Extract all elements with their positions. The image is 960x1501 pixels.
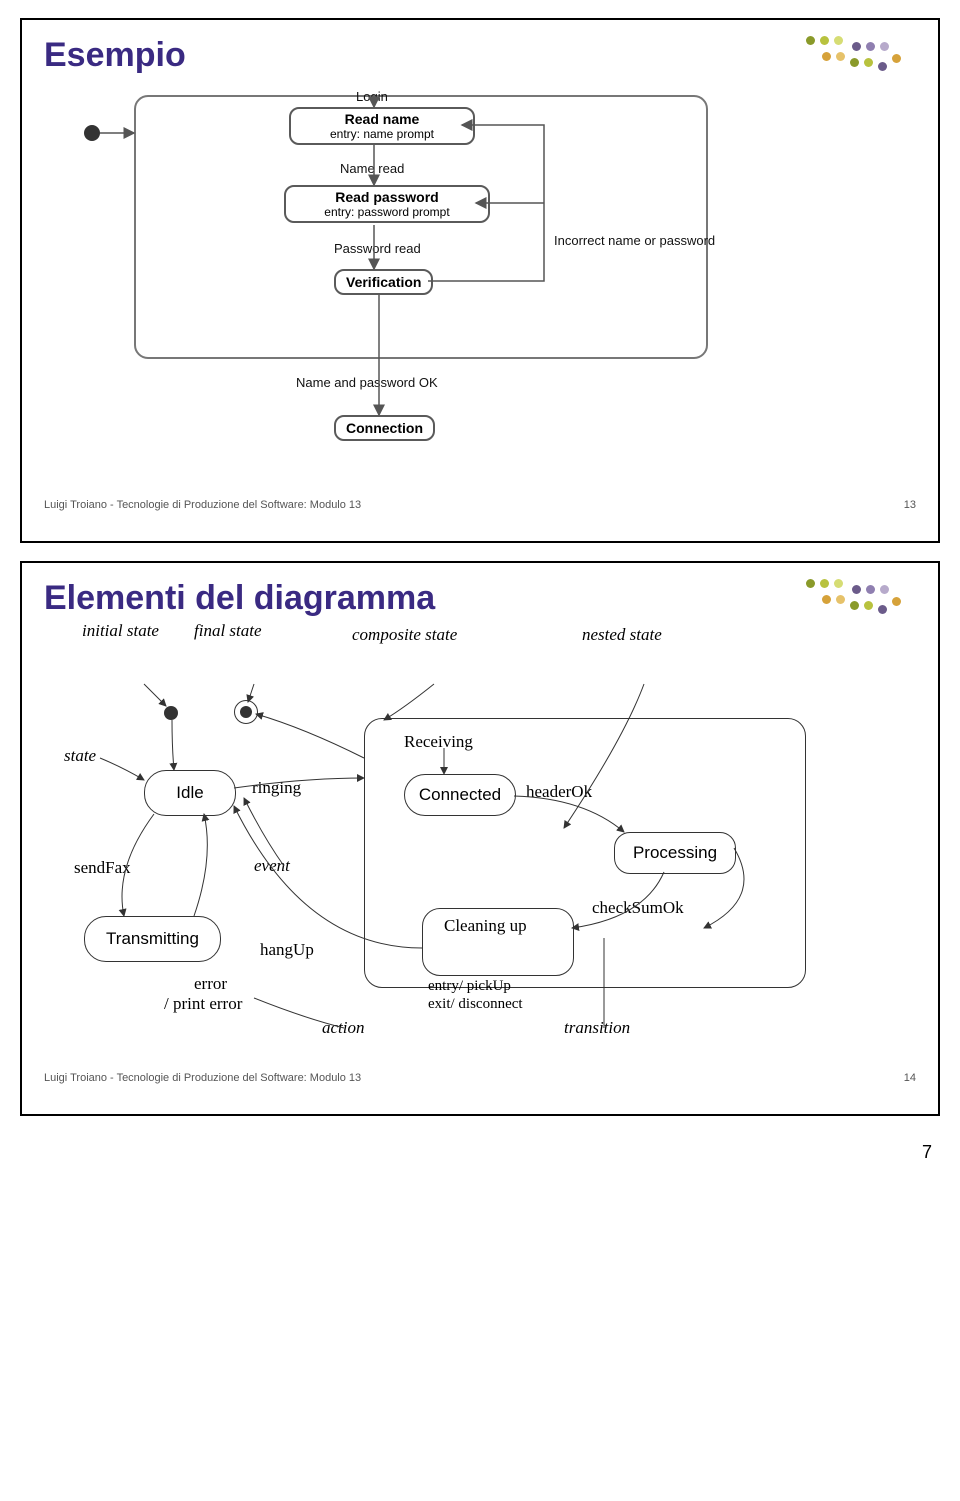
state-read-name-entry: entry: name prompt: [297, 127, 467, 141]
legend-event: event: [254, 856, 290, 876]
footer-text: Luigi Troiano - Tecnologie di Produzione…: [44, 499, 361, 511]
label-login: Login: [356, 89, 388, 104]
state-verification: Verification: [334, 269, 433, 295]
state-transmitting: Transmitting: [84, 916, 221, 962]
footer-number: 13: [904, 499, 916, 511]
label-entry: entry/ pickUp: [428, 978, 511, 995]
state-verification-label: Verification: [346, 274, 421, 290]
slide-footer: Luigi Troiano - Tecnologie di Produzione…: [44, 499, 916, 511]
label-checksumok: checkSumOk: [592, 898, 684, 918]
label-error: error: [194, 974, 227, 994]
fax-final-state: [234, 700, 258, 724]
state-idle: Idle: [144, 770, 236, 816]
label-incorrect: Incorrect name or password: [554, 233, 715, 248]
slide-title-2: Elementi del diagramma: [44, 579, 916, 618]
fax-initial-dot: [164, 706, 178, 720]
legend-initial-state: initial state: [82, 621, 159, 641]
slide-elementi: Elementi del diagramma initial state fin…: [20, 561, 940, 1116]
state-read-password: Read password entry: password prompt: [284, 185, 490, 223]
label-hangup: hangUp: [260, 940, 314, 960]
state-read-name: Read name entry: name prompt: [289, 107, 475, 145]
label-exit: exit/ disconnect: [428, 996, 523, 1013]
label-receiving: Receiving: [404, 732, 473, 752]
state-connection: Connection: [334, 415, 435, 441]
footer-number-2: 14: [904, 1072, 916, 1084]
fax-diagram: state Idle ringing sendFax event Transmi…: [44, 678, 916, 1058]
state-read-password-entry: entry: password prompt: [292, 205, 482, 219]
legend-state: state: [64, 746, 96, 766]
slide-title: Esempio: [44, 36, 916, 75]
state-transmitting-label: Transmitting: [106, 929, 199, 949]
legend-transition: transition: [564, 1018, 630, 1038]
login-diagram: Read name entry: name prompt Read passwo…: [44, 85, 916, 485]
legend-action: action: [322, 1018, 365, 1038]
state-connected: Connected: [404, 774, 516, 816]
state-processing: Processing: [614, 832, 736, 874]
legend-composite-state: composite state: [352, 625, 457, 645]
footer-text-2: Luigi Troiano - Tecnologie di Produzione…: [44, 1072, 361, 1084]
label-sendfax: sendFax: [74, 858, 131, 878]
initial-state-dot: [84, 125, 100, 141]
label-ringing: ringing: [252, 778, 301, 798]
decor-dots: [800, 30, 920, 90]
legend-final-state: final state: [194, 621, 262, 641]
state-connected-label: Connected: [419, 785, 501, 805]
state-connection-label: Connection: [346, 420, 423, 436]
label-ok: Name and password OK: [296, 375, 438, 390]
state-read-password-title: Read password: [292, 189, 482, 205]
label-password-read: Password read: [334, 241, 421, 256]
slide-footer-2: Luigi Troiano - Tecnologie di Produzione…: [44, 1072, 916, 1084]
state-read-name-title: Read name: [297, 111, 467, 127]
label-name-read: Name read: [340, 161, 404, 176]
page-number: 7: [0, 1134, 960, 1171]
state-processing-label: Processing: [633, 843, 717, 863]
label-headerok: headerOk: [526, 782, 592, 802]
label-cleaning: Cleaning up: [444, 916, 527, 936]
decor-dots-2: [800, 573, 920, 633]
label-print-error: / print error: [164, 994, 242, 1014]
state-idle-label: Idle: [176, 783, 203, 803]
slide-esempio: Esempio Read name entry: name prompt Rea…: [20, 18, 940, 543]
legend-nested-state: nested state: [582, 625, 662, 645]
